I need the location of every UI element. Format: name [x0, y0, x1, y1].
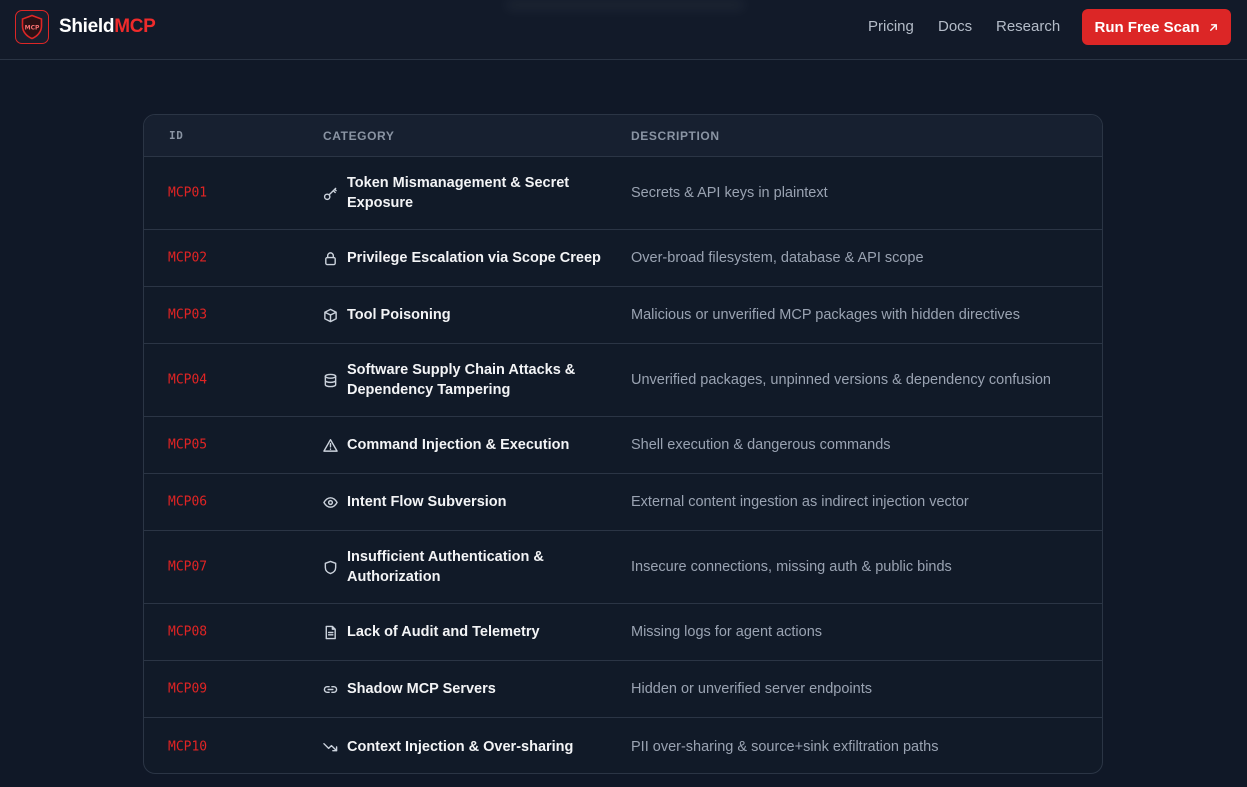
run-free-scan-label: Run Free Scan [1094, 18, 1200, 36]
nav-pricing-link[interactable]: Pricing [868, 18, 914, 35]
header-id: ID [169, 129, 184, 142]
row-id: MCP05 [168, 437, 208, 453]
link-icon [322, 681, 339, 698]
table-row: MCP10 Context Injection & Over-sharing P… [144, 718, 1102, 773]
row-description: External content ingestion as indirect i… [631, 494, 969, 510]
row-id: MCP06 [168, 494, 208, 510]
shield-icon [322, 559, 339, 576]
brand-name: ShieldMCP [59, 16, 156, 38]
table-row: MCP04 Software Supply Chain Attacks & De… [144, 344, 1102, 417]
table-row: MCP01 Token Mismanagement & Secret Expos… [144, 157, 1102, 230]
header-glow [505, 0, 745, 10]
table-row: MCP07 Insufficient Authentication & Auth… [144, 531, 1102, 604]
row-id: MCP07 [168, 559, 208, 575]
logo-text: MCP [25, 25, 40, 32]
row-id: MCP01 [168, 185, 208, 201]
run-free-scan-button[interactable]: Run Free Scan [1082, 9, 1231, 45]
table-header: ID CATEGORY DESCRIPTION [144, 115, 1102, 157]
nav-docs-link[interactable]: Docs [938, 18, 972, 35]
lock-icon [322, 250, 339, 267]
top-navigation-bar: MCP ShieldMCP Pricing Docs Research Run … [0, 0, 1247, 60]
row-id: MCP09 [168, 681, 208, 697]
brand-name-shield: Shield [59, 16, 115, 37]
header-description: DESCRIPTION [631, 129, 720, 143]
brand-name-mcp: MCP [114, 16, 156, 37]
row-category: Privilege Escalation via Scope Creep [347, 250, 601, 266]
row-description: Shell execution & dangerous commands [631, 437, 891, 453]
row-category: Insufficient Authentication & Authorizat… [347, 549, 544, 585]
row-description: Hidden or unverified server endpoints [631, 681, 872, 697]
shield-logo-icon: MCP [15, 10, 49, 44]
row-category: Tool Poisoning [347, 307, 451, 323]
row-id: MCP10 [168, 739, 208, 754]
table-row: MCP03 Tool Poisoning Malicious or unveri… [144, 287, 1102, 344]
package-icon [322, 307, 339, 324]
table-row: MCP09 Shadow MCP Servers Hidden or unver… [144, 661, 1102, 718]
row-description: Over-broad filesystem, database & API sc… [631, 250, 924, 266]
table-row: MCP06 Intent Flow Subversion External co… [144, 474, 1102, 531]
row-description: Missing logs for agent actions [631, 624, 823, 640]
row-category: Command Injection & Execution [347, 437, 570, 453]
table-row: MCP08 Lack of Audit and Telemetry Missin… [144, 604, 1102, 661]
row-category: Token Mismanagement & Secret Exposure [347, 175, 570, 211]
row-category: Lack of Audit and Telemetry [347, 624, 540, 640]
row-id: MCP03 [168, 307, 208, 323]
table-row: MCP05 Command Injection & Execution Shel… [144, 417, 1102, 474]
row-id: MCP08 [168, 624, 208, 640]
row-description: Insecure connections, missing auth & pub… [631, 559, 952, 575]
row-description: PII over-sharing & source+sink exfiltrat… [631, 738, 939, 755]
row-category: Software Supply Chain Attacks & Dependen… [347, 362, 576, 398]
trend-down-icon [322, 738, 339, 755]
row-description: Malicious or unverified MCP packages wit… [631, 307, 1021, 323]
table-row: MCP02 Privilege Escalation via Scope Cre… [144, 230, 1102, 287]
file-icon [322, 624, 339, 641]
database-icon [322, 372, 339, 389]
warning-icon [322, 437, 339, 454]
arrow-up-right-icon [1209, 23, 1217, 31]
key-icon [322, 185, 339, 202]
brand[interactable]: MCP ShieldMCP [15, 10, 156, 44]
row-id: MCP02 [168, 250, 208, 266]
row-category: Context Injection & Over-sharing [347, 738, 574, 755]
row-description: Secrets & API keys in plaintext [631, 185, 828, 201]
risk-table: ID CATEGORY DESCRIPTION MCP01 Token Mism… [143, 114, 1103, 774]
header-category: CATEGORY [323, 129, 395, 143]
nav-research-link[interactable]: Research [996, 18, 1060, 35]
eye-icon [322, 494, 339, 511]
row-category: Intent Flow Subversion [347, 494, 507, 510]
row-category: Shadow MCP Servers [347, 681, 496, 697]
row-id: MCP04 [168, 372, 208, 388]
row-description: Unverified packages, unpinned versions &… [631, 372, 1051, 388]
